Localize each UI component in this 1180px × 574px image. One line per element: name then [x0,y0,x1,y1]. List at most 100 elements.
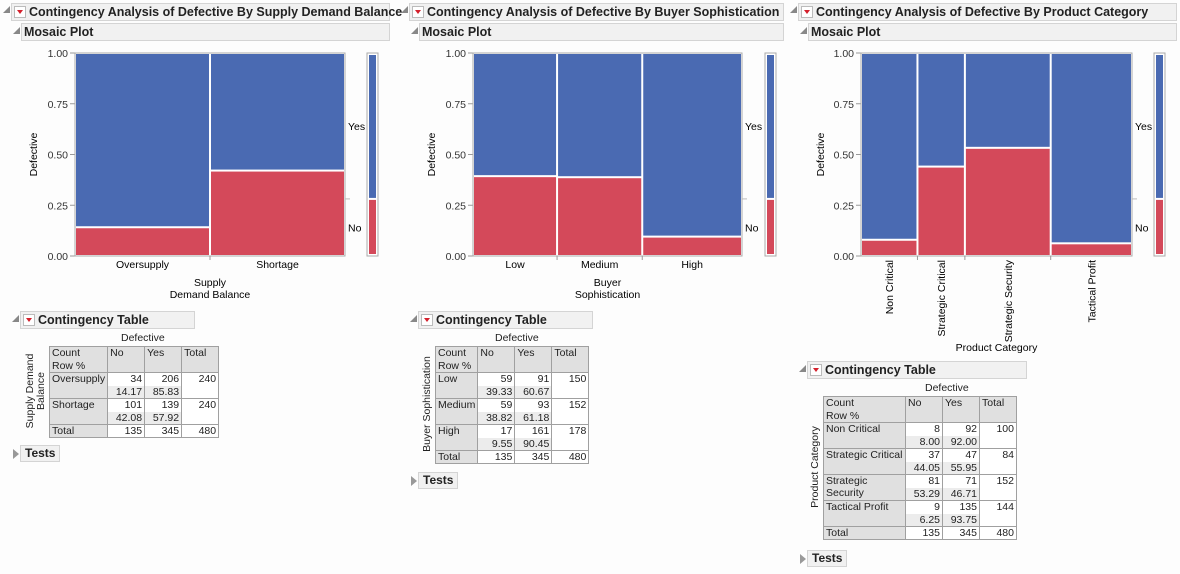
cell-rowpct-yes: 55.95 [942,461,980,475]
mosaic-plot: Defective 0.00 0.25 0.50 0.75 1.00 Low Medium Hi… [426,48,777,301]
y-tick-label: 0.75 [834,99,855,111]
mosaic-cell-yes[interactable] [643,54,741,236]
total-label: Total [48,424,109,438]
table-total-row: Total 135 345 480 [434,450,590,464]
x-axis-label: Product Category [956,342,1038,354]
mosaic-cell-no[interactable] [643,237,741,255]
cell-count-yes: 92 [942,422,980,436]
mosaic-cell-no[interactable] [918,167,964,255]
expand-tests-icon[interactable] [800,554,806,564]
analysis-panel-product-category: Contingency Analysis of Defective By Pro… [787,0,1180,574]
legend-label-yes: Yes [348,121,365,133]
cell-row-total: 150 [551,372,590,399]
y-axis-label: Defective [426,132,438,176]
mosaic-plot: Defective 0.00 0.25 0.50 0.75 1.00 Oversupply S… [28,48,379,301]
expand-tests-icon[interactable] [13,449,19,459]
marginal-bar-no [1156,199,1163,254]
mosaic-cell-yes[interactable] [558,54,642,177]
row-label: Non Critical [823,422,906,449]
cell-count-no: 59 [477,372,516,386]
tests-header[interactable]: Tests [807,550,848,567]
row-variable-label: Product Category [809,400,821,534]
expand-tests-icon[interactable] [411,476,417,486]
y-tick-label: 1.00 [48,48,69,60]
row-pct-label: Row % [48,359,109,373]
tests-header[interactable]: Tests [418,472,459,489]
cell-count-yes: 206 [144,372,183,386]
row-label: High [434,424,479,451]
legend-label-no: No [1135,222,1149,234]
contingency-table: Count No Yes Total Row % Non Critical 8 92 100 8.… [823,396,1017,540]
collapse-table-icon[interactable] [410,315,417,322]
cell-rowpct-no: 9.55 [477,437,516,451]
collapse-table-icon[interactable] [799,365,806,372]
contingency-table-header[interactable]: Contingency Table [20,311,195,329]
x-tick-label: Strategic Critical [936,260,948,336]
y-tick-label: 0.75 [48,99,69,111]
cell-count-no: 9 [905,500,943,514]
x-tick-label: Non Critical [884,260,896,314]
mosaic-cell-yes[interactable] [918,54,964,166]
mosaic-plot: Defective 0.00 0.25 0.50 0.75 1.00 Non Critica… [815,48,1166,354]
mosaic-cell-no[interactable] [474,177,557,255]
col-total-no: 135 [905,526,943,540]
row-label: Oversupply [48,372,109,399]
cell-count-no: 8 [905,422,943,436]
total-label: Total [434,450,479,464]
cell-rowpct-no: 42.08 [107,411,146,425]
marginal-bar-no [767,199,774,254]
mosaic-cell-no[interactable] [1051,244,1131,255]
mosaic-cell-no[interactable] [862,240,917,255]
column-variable-label: Defective [925,382,969,394]
row-variable-label-line: Buyer Sophistication [421,356,433,452]
mosaic-cell-yes[interactable] [1051,54,1131,243]
row-label: Strategic Critical [823,448,906,475]
column-header-no: No [477,346,516,373]
cell-rowpct-yes: 57.92 [144,411,183,425]
mosaic-cell-no[interactable] [558,178,642,255]
row-variable-label-line: Product Category [809,426,821,508]
red-triangle-menu-icon[interactable] [810,364,822,376]
col-total-no: 135 [477,450,516,464]
cell-rowpct-no: 38.82 [477,411,516,425]
y-tick-label: 0.50 [446,150,467,162]
mosaic-cell-yes[interactable] [211,54,344,170]
row-pct-label: Row % [434,359,479,373]
red-triangle-menu-icon[interactable] [421,314,433,326]
table-row: Non Critical 8 92 100 [823,422,1017,449]
mosaic-cell-yes[interactable] [474,54,557,176]
legend-label-yes: Yes [745,121,762,133]
cell-rowpct-no: 14.17 [107,385,146,399]
mosaic-cell-yes[interactable] [965,54,1050,147]
y-tick-label: 0.25 [446,200,467,212]
table-row: Low 59 91 150 [434,372,590,399]
y-tick-label: 0.00 [48,251,69,263]
mosaic-cell-no[interactable] [965,148,1050,255]
collapse-table-icon[interactable] [12,315,19,322]
cell-count-no: 17 [477,424,516,438]
column-header-no: No [905,396,943,423]
table-row: Strategic Critical 37 47 84 [823,448,1017,475]
cell-rowpct-no: 8.00 [905,435,943,449]
contingency-table-title: Contingency Table [38,313,149,327]
x-tick-label: Strategic Security [1003,259,1015,342]
mosaic-cell-no[interactable] [211,171,344,255]
x-tick-label: Shortage [256,259,299,271]
mosaic-cell-yes[interactable] [862,54,917,239]
count-label: Count [48,346,109,360]
y-axis-label: Defective [28,132,40,176]
column-header-total: Total [979,396,1017,423]
table-row: Medium 59 93 152 [434,398,590,425]
tests-header[interactable]: Tests [20,445,61,462]
mosaic-cell-no[interactable] [76,228,209,255]
table-row: High 17 161 178 [434,424,590,451]
row-pct-label: Row % [823,409,906,423]
contingency-table-header[interactable]: Contingency Table [807,361,1027,379]
cell-rowpct-yes: 85.83 [144,385,183,399]
mosaic-cell-yes[interactable] [76,54,209,227]
contingency-table-header[interactable]: Contingency Table [418,311,593,329]
cell-count-yes: 91 [514,372,553,386]
table-header-row: Count No Yes Total [48,346,220,373]
marginal-bar-no [369,199,376,254]
red-triangle-menu-icon[interactable] [23,314,35,326]
